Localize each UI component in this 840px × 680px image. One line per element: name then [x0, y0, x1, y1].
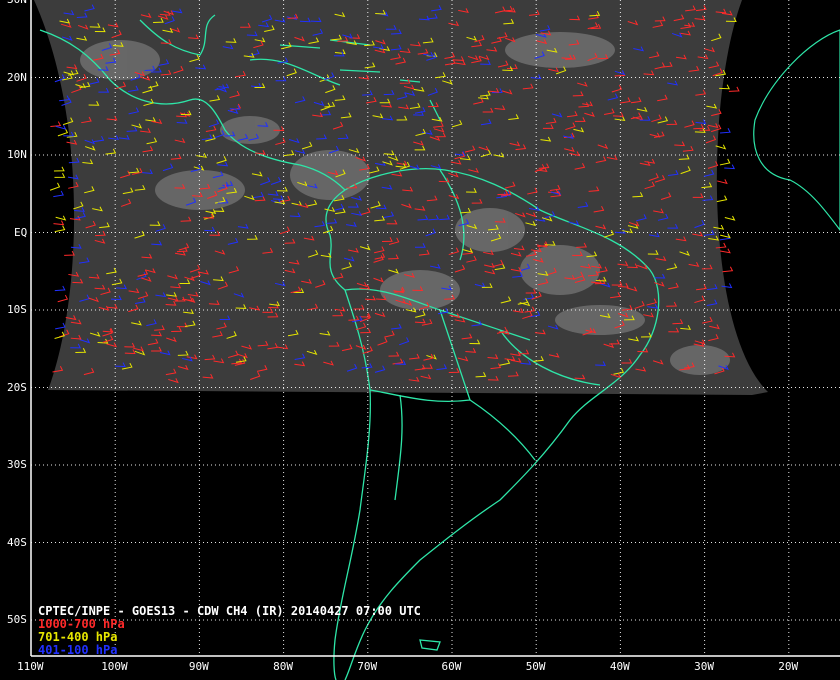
- lat-label: 50S: [7, 613, 27, 626]
- lat-label: 10N: [7, 148, 27, 161]
- lon-label: 70W: [357, 660, 378, 673]
- lat-label: EQ: [14, 225, 28, 239]
- legend-high-level: 401-100 hPa: [38, 643, 118, 657]
- lon-label: 100W: [101, 660, 128, 673]
- lon-label: 110W: [17, 660, 44, 673]
- legend-low-level: 1000-700 hPa: [38, 617, 125, 631]
- legend-mid-level: 701-400 hPa: [38, 630, 118, 644]
- lat-label: 40S: [7, 535, 27, 549]
- lon-label: 60W: [441, 660, 462, 673]
- lon-label: 40W: [609, 660, 630, 673]
- lat-label: 30S: [7, 458, 27, 471]
- lon-label: 90W: [188, 660, 209, 673]
- lon-label: 20W: [778, 660, 799, 673]
- lat-label: 30N: [7, 0, 27, 6]
- lon-label: 30W: [694, 660, 714, 673]
- lon-label: 50W: [525, 660, 546, 673]
- wind-vector-map: [0, 0, 840, 680]
- lat-label: 20N: [7, 70, 27, 84]
- lat-label: 10S: [7, 303, 27, 316]
- lat-label: 20S: [7, 380, 27, 394]
- lon-label: 80W: [273, 660, 293, 673]
- map-title: CPTEC/INPE - GOES13 - CDW CH4 (IR) 20140…: [38, 604, 421, 618]
